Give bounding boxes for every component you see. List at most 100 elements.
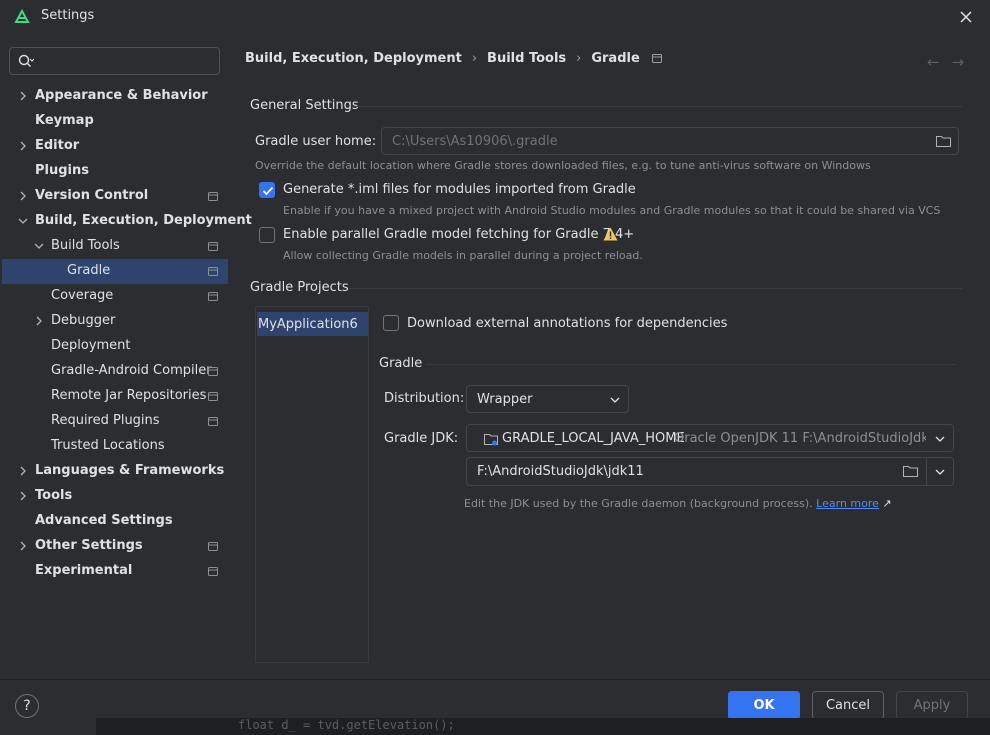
- sidebar-item-label: Build Tools: [51, 238, 120, 253]
- learn-more-link[interactable]: Learn more: [816, 497, 879, 510]
- project-scope-icon: [208, 542, 218, 551]
- project-scope-icon: [651, 54, 662, 63]
- settings-tree: Appearance & Behavior Keymap Editor Plugins…: [0, 84, 252, 584]
- generate-iml-checkbox[interactable]: [259, 182, 275, 198]
- gradle-jdk-hint: Edit the JDK used by the Gradle daemon (…: [464, 497, 892, 510]
- sidebar-item-label: Required Plugins: [51, 413, 160, 428]
- java-home-path-value: F:\AndroidStudioJdk\jdk11: [477, 464, 644, 479]
- background-editor-code: float d_ = tvd.getElevation();: [96, 718, 990, 735]
- sidebar-item-build-tools[interactable]: Build Tools: [0, 234, 230, 259]
- breadcrumb-build-tools[interactable]: Build Tools: [487, 51, 566, 66]
- sidebar-item-build-execution-deployment[interactable]: Build, Execution, Deployment: [0, 209, 252, 234]
- chevron-down-icon: [610, 397, 620, 403]
- generate-iml-label[interactable]: Generate *.iml files for modules importe…: [283, 182, 636, 197]
- download-annotations-checkbox[interactable]: [383, 315, 399, 331]
- gradle-jdk-label: Gradle JDK:: [384, 431, 459, 446]
- gradle-jdk-dropdown[interactable]: GRADLE_LOCAL_JAVA_HOME Oracle OpenJDK 11…: [466, 424, 954, 452]
- project-scope-icon: [208, 267, 218, 276]
- general-settings-title: General Settings: [250, 98, 359, 113]
- download-annotations-label[interactable]: Download external annotations for depend…: [407, 316, 727, 331]
- ok-button[interactable]: OK: [728, 691, 800, 720]
- window-title: Settings: [41, 8, 95, 23]
- sidebar-item-debugger[interactable]: Debugger: [0, 309, 230, 334]
- project-scope-icon: [208, 242, 218, 251]
- sidebar-item-label: Coverage: [51, 288, 114, 303]
- back-arrow-icon[interactable]: ←: [927, 53, 940, 71]
- external-link-icon: ↗: [882, 497, 892, 510]
- sidebar-item-experimental[interactable]: Experimental: [0, 559, 230, 584]
- gradle-user-home-field[interactable]: C:\Users\As10906\.gradle: [381, 127, 959, 155]
- sidebar-item-languages-frameworks[interactable]: Languages & Frameworks: [0, 459, 230, 484]
- sidebar-item-version-control[interactable]: Version Control: [0, 184, 230, 209]
- sidebar-item-label: Build, Execution, Deployment: [35, 213, 252, 228]
- distribution-dropdown[interactable]: Wrapper: [466, 385, 629, 413]
- parallel-fetching-checkbox[interactable]: [259, 227, 275, 243]
- chevron-right-icon[interactable]: [18, 491, 28, 501]
- sidebar-item-editor[interactable]: Editor: [0, 134, 230, 159]
- sidebar-item-gradle[interactable]: Gradle: [2, 259, 228, 284]
- breadcrumb-separator: ›: [471, 51, 478, 66]
- project-scope-icon: [208, 417, 218, 426]
- chevron-right-icon[interactable]: [18, 541, 28, 551]
- chevron-right-icon[interactable]: [18, 466, 28, 476]
- breadcrumb-separator: ›: [576, 51, 582, 66]
- cancel-button[interactable]: Cancel: [812, 691, 884, 720]
- sidebar-item-label: Tools: [35, 488, 73, 503]
- parallel-fetching-label[interactable]: Enable parallel Gradle model fetching fo…: [283, 227, 634, 242]
- sidebar-item-label: Version Control: [35, 188, 149, 203]
- breadcrumb: Build, Execution, Deployment › Build Too…: [245, 51, 662, 66]
- sidebar-item-plugins[interactable]: Plugins: [0, 159, 230, 184]
- warning-icon: [603, 227, 618, 241]
- sidebar-item-label: Other Settings: [35, 538, 143, 553]
- sidebar-item-keymap[interactable]: Keymap: [0, 109, 230, 134]
- sidebar-item-appearance-behavior[interactable]: Appearance & Behavior: [0, 84, 230, 109]
- project-scope-icon: [208, 367, 218, 376]
- project-scope-icon: [208, 567, 218, 576]
- sidebar-item-label: Gradle: [67, 263, 111, 278]
- project-scope-icon: [208, 292, 218, 301]
- chevron-down-icon[interactable]: [18, 216, 28, 226]
- help-button[interactable]: ?: [15, 694, 39, 718]
- java-home-path-field[interactable]: F:\AndroidStudioJdk\jdk11: [466, 457, 954, 486]
- gradle-jdk-detail: Oracle OpenJDK 11 F:\AndroidStudioJdk\jd: [674, 431, 926, 446]
- chevron-right-icon[interactable]: [18, 91, 28, 101]
- sidebar-item-label: Advanced Settings: [35, 513, 173, 528]
- sidebar-item-deployment[interactable]: Deployment: [0, 334, 230, 359]
- gradle-projects-title: Gradle Projects: [250, 280, 349, 295]
- sidebar-item-label: Gradle-Android Compiler: [51, 363, 212, 378]
- chevron-down-icon[interactable]: [935, 469, 945, 475]
- chevron-right-icon[interactable]: [18, 191, 28, 201]
- folder-jdk-icon: [484, 434, 498, 446]
- folder-icon[interactable]: [903, 465, 918, 477]
- sidebar-item-other-settings[interactable]: Other Settings: [0, 534, 230, 559]
- sidebar-item-label: Debugger: [51, 313, 116, 328]
- close-button[interactable]: [954, 6, 978, 28]
- gradle-jdk-value: GRADLE_LOCAL_JAVA_HOME: [502, 431, 685, 446]
- search-input[interactable]: [9, 47, 220, 75]
- gradle-user-home-value: C:\Users\As10906\.gradle: [392, 133, 558, 149]
- android-studio-icon: [14, 9, 30, 23]
- close-icon: [960, 11, 972, 23]
- breadcrumb-build-execution-deployment[interactable]: Build, Execution, Deployment: [245, 51, 462, 66]
- apply-button[interactable]: Apply: [896, 691, 968, 720]
- sidebar-item-remote-jar-repositories[interactable]: Remote Jar Repositories: [0, 384, 230, 409]
- chevron-right-icon[interactable]: [18, 141, 28, 151]
- sidebar-item-coverage[interactable]: Coverage: [0, 284, 230, 309]
- project-scope-icon: [208, 392, 218, 401]
- chevron-down-icon[interactable]: [34, 241, 44, 251]
- folder-icon[interactable]: [936, 135, 951, 147]
- sidebar-item-label: Editor: [35, 138, 80, 153]
- sidebar-item-advanced-settings[interactable]: Advanced Settings: [0, 509, 230, 534]
- sidebar-item-gradle-android-compiler[interactable]: Gradle-Android Compiler: [0, 359, 230, 384]
- forward-arrow-icon[interactable]: →: [952, 53, 965, 71]
- settings-sidebar: Appearance & Behavior Keymap Editor Plugins…: [0, 34, 252, 679]
- sidebar-item-label: Experimental: [35, 563, 133, 578]
- gradle-projects-list: MyApplication6: [255, 306, 369, 663]
- sidebar-item-trusted-locations[interactable]: Trusted Locations: [0, 434, 230, 459]
- gradle-jdk-hint-text: Edit the JDK used by the Gradle daemon (…: [464, 497, 813, 510]
- sidebar-item-tools[interactable]: Tools: [0, 484, 230, 509]
- sidebar-item-required-plugins[interactable]: Required Plugins: [0, 409, 230, 434]
- distribution-label: Distribution:: [384, 391, 465, 406]
- project-item-myapplication6[interactable]: MyApplication6: [257, 312, 368, 336]
- chevron-right-icon[interactable]: [34, 316, 44, 326]
